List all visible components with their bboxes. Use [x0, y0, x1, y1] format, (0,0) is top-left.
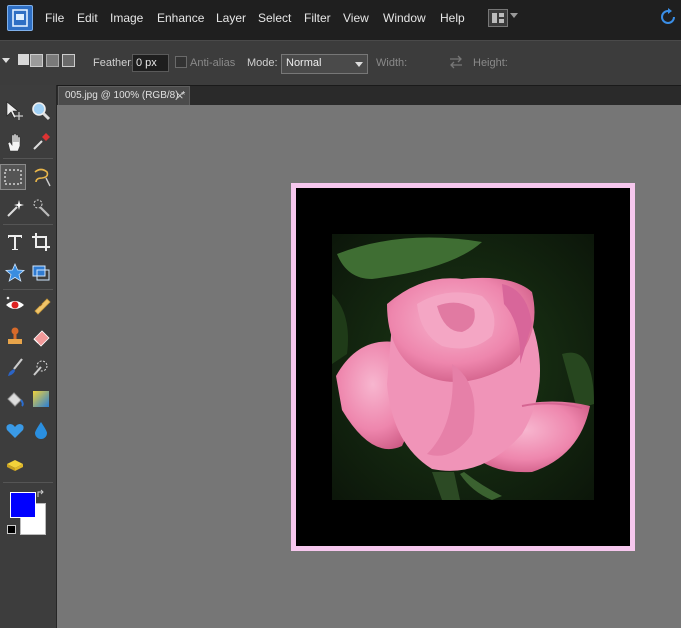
document-tab[interactable]: 005.jpg @ 100% (RGB/8) * × [58, 86, 190, 106]
refresh-icon[interactable] [659, 8, 677, 31]
foreground-color-swatch[interactable] [10, 492, 36, 518]
anti-alias-label: Anti-alias [190, 57, 236, 69]
recompose-tool-icon[interactable] [29, 261, 53, 285]
chevron-down-icon[interactable] [510, 13, 518, 18]
menu-bar: File Edit Image Enhance Layer Select Fil… [0, 0, 681, 40]
menu-view[interactable]: View [343, 11, 369, 25]
toolbox-divider [3, 482, 53, 483]
height-label: Height: [473, 57, 508, 69]
healing-brush-tool-icon[interactable] [29, 293, 53, 317]
intersect-selection-icon[interactable] [62, 54, 75, 67]
menu-enhance[interactable]: Enhance [157, 11, 204, 25]
quick-selection-tool-icon[interactable] [29, 196, 53, 220]
rectangular-marquee-tool-icon[interactable] [0, 164, 26, 190]
chevron-down-icon [355, 62, 363, 67]
menu-edit[interactable]: Edit [77, 11, 98, 25]
close-icon[interactable]: × [176, 88, 184, 103]
menu-image[interactable]: Image [110, 11, 143, 25]
crop-tool-icon[interactable] [29, 230, 53, 254]
feather-label: Feather: [93, 57, 134, 69]
lasso-tool-icon[interactable] [29, 165, 53, 189]
toolbox-divider [3, 289, 53, 290]
add-selection-icon[interactable] [30, 54, 43, 67]
mode-label: Mode: [247, 57, 278, 69]
paint-bucket-tool-icon[interactable] [3, 387, 27, 411]
document-tab-label: 005.jpg @ 100% (RGB/8) * [65, 90, 186, 101]
toolbox-divider [3, 224, 53, 225]
menu-filter[interactable]: Filter [304, 11, 331, 25]
gradient-tool-icon[interactable] [29, 387, 53, 411]
width-label: Width: [376, 57, 408, 69]
mode-select[interactable]: Normal [281, 54, 368, 74]
custom-shape-tool-icon[interactable] [3, 261, 27, 285]
menu-file[interactable]: File [45, 11, 64, 25]
mode-value: Normal [286, 57, 322, 69]
tool-preset-picker[interactable] [2, 58, 10, 63]
default-colors-icon[interactable] [7, 525, 16, 534]
clone-stamp-tool-icon[interactable] [3, 324, 27, 348]
swap-dimensions-icon[interactable] [448, 54, 464, 75]
toolbox-divider [3, 158, 53, 159]
photoshop-elements-icon[interactable] [7, 5, 33, 31]
move-tool-icon[interactable] [3, 99, 27, 123]
impressionist-brush-tool-icon[interactable] [29, 356, 53, 380]
blur-tool-icon[interactable] [29, 418, 53, 442]
eraser-tool-icon[interactable] [29, 324, 53, 348]
layout-grid-icon[interactable] [488, 9, 508, 27]
hand-tool-icon[interactable] [3, 130, 27, 154]
new-selection-icon[interactable] [18, 54, 29, 65]
swap-colors-icon[interactable] [36, 489, 46, 502]
eyedropper-tool-icon[interactable] [29, 130, 53, 154]
magic-wand-tool-icon[interactable] [3, 196, 27, 220]
subtract-selection-icon[interactable] [46, 54, 59, 67]
sponge-tool-icon[interactable] [3, 452, 27, 476]
rose-photo [332, 234, 594, 500]
menu-layer[interactable]: Layer [216, 11, 246, 25]
feather-input[interactable]: 0 px [132, 54, 169, 72]
red-eye-tool-icon[interactable] [3, 293, 27, 317]
menu-help[interactable]: Help [440, 11, 465, 25]
menu-window[interactable]: Window [383, 11, 426, 25]
zoom-tool-icon[interactable] [29, 99, 53, 123]
brush-tool-icon[interactable] [3, 356, 27, 380]
menu-select[interactable]: Select [258, 11, 291, 25]
smart-brush-tool-icon[interactable] [3, 418, 27, 442]
type-tool-icon[interactable] [3, 230, 27, 254]
anti-alias-checkbox[interactable] [175, 56, 187, 68]
